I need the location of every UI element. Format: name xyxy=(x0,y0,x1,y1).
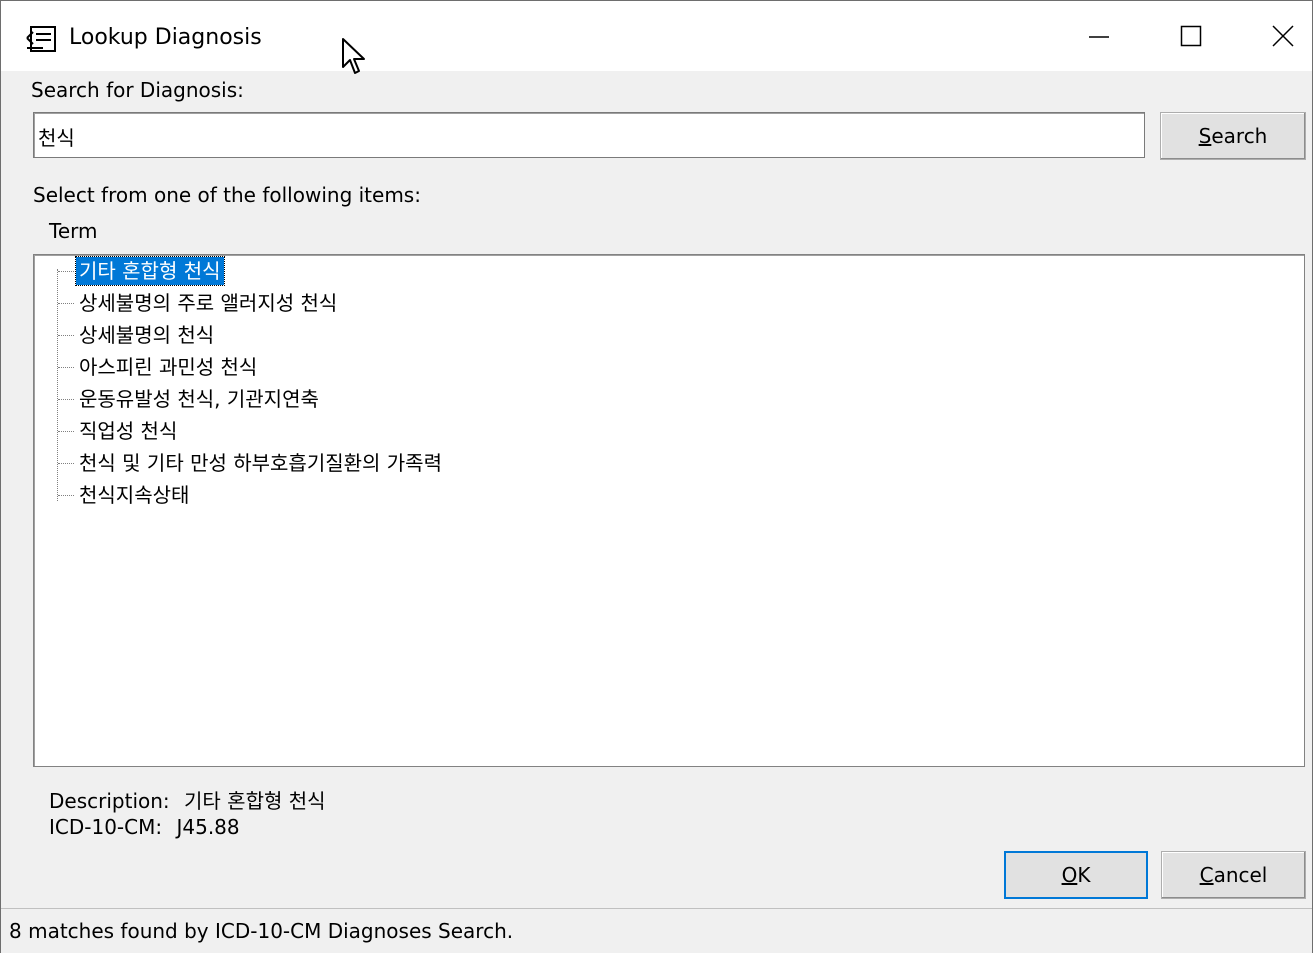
tree-branch xyxy=(58,334,74,336)
tree-item[interactable]: 상세불명의 주로 앨러지성 천식 xyxy=(58,288,340,318)
search-button-mnemonic: S xyxy=(1198,124,1212,148)
description-label: Description: xyxy=(49,789,170,813)
description-row: Description: 기타 혼합형 천식 xyxy=(49,785,326,814)
tree-item[interactable]: 천식 및 기타 만성 하부호흡기질환의 가족력 xyxy=(58,448,445,478)
tree-branch xyxy=(58,462,74,464)
ok-button-mnemonic: O xyxy=(1061,863,1078,887)
tree-item[interactable]: 기타 혼합형 천식 xyxy=(58,256,225,286)
close-button[interactable] xyxy=(1237,1,1313,71)
lookup-book-icon xyxy=(26,26,56,52)
tree-item-label: 아스피린 과민성 천식 xyxy=(79,355,258,379)
tree-branch xyxy=(58,270,74,272)
tree-item-label: 천식 및 기타 만성 하부호흡기질환의 가족력 xyxy=(79,451,442,475)
lookup-diagnosis-window: Lookup Diagnosis Search for Diagnosis: S… xyxy=(0,0,1313,953)
search-button-label: earch xyxy=(1211,124,1268,148)
tree-item[interactable]: 운동유발성 천식, 기관지연축 xyxy=(58,384,322,414)
tree-item-label: 상세불명의 주로 앨러지성 천식 xyxy=(79,291,338,315)
code-label: ICD-10-CM: xyxy=(49,815,163,839)
tree-item-label: 운동유발성 천식, 기관지연축 xyxy=(79,387,319,411)
code-value: J45.88 xyxy=(176,815,240,839)
maximize-icon xyxy=(1180,25,1202,47)
tree-branch xyxy=(58,366,74,368)
status-text: 8 matches found by ICD-10-CM Diagnoses S… xyxy=(9,919,514,943)
description-value: 기타 혼합형 천식 xyxy=(184,789,326,813)
tree-branch xyxy=(58,302,74,304)
tree-item-label: 직업성 천식 xyxy=(79,419,178,443)
code-row: ICD-10-CM: J45.88 xyxy=(49,815,240,839)
tree-branch xyxy=(58,430,74,432)
close-icon xyxy=(1272,25,1294,47)
search-button[interactable]: Search xyxy=(1160,112,1306,160)
tree-item[interactable]: 직업성 천식 xyxy=(58,416,180,446)
cancel-button-label: ancel xyxy=(1213,863,1268,887)
term-column-header[interactable]: Term xyxy=(49,219,97,243)
tree-item[interactable]: 천식지속상태 xyxy=(58,480,192,510)
ok-button[interactable]: OK xyxy=(1004,851,1148,899)
ok-button-label: K xyxy=(1077,863,1091,887)
tree-item-label: 천식지속상태 xyxy=(79,483,190,507)
minimize-button[interactable] xyxy=(1053,1,1145,71)
search-label: Search for Diagnosis: xyxy=(31,78,244,102)
cancel-button[interactable]: Cancel xyxy=(1161,851,1306,899)
list-prompt: Select from one of the following items: xyxy=(33,183,421,207)
window-title: Lookup Diagnosis xyxy=(69,25,262,50)
minimize-icon xyxy=(1089,36,1109,38)
diagnosis-tree[interactable]: 기타 혼합형 천식 상세불명의 주로 앨러지성 천식 상세불명의 천식 아스피린… xyxy=(33,254,1305,767)
search-input[interactable] xyxy=(33,112,1145,158)
status-bar: 8 matches found by ICD-10-CM Diagnoses S… xyxy=(1,908,1312,953)
tree-item-label: 상세불명의 천식 xyxy=(79,323,215,347)
title-bar[interactable]: Lookup Diagnosis xyxy=(1,1,1313,74)
tree-item-label: 기타 혼합형 천식 xyxy=(75,256,225,286)
tree-item[interactable]: 아스피린 과민성 천식 xyxy=(58,352,260,382)
mouse-pointer-icon xyxy=(342,38,365,74)
maximize-button[interactable] xyxy=(1145,1,1237,71)
tree-item[interactable]: 상세불명의 천식 xyxy=(58,320,217,350)
tree-branch xyxy=(58,398,74,400)
tree-branch xyxy=(58,494,74,496)
cancel-button-mnemonic: C xyxy=(1199,863,1214,887)
